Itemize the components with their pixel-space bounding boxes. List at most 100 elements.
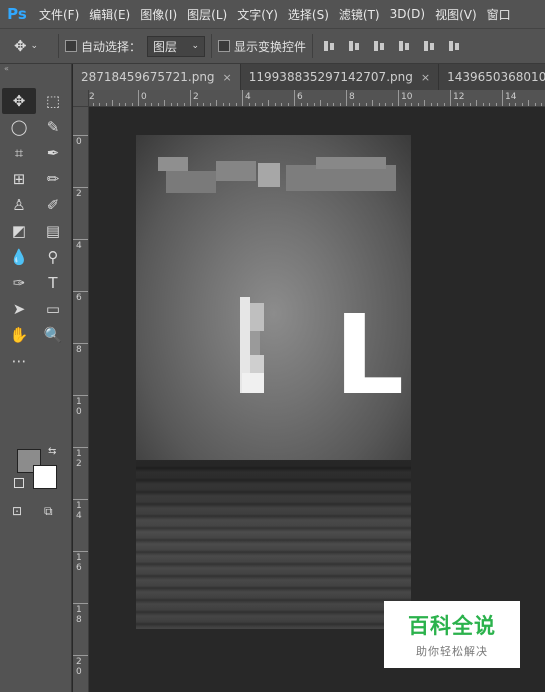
ruler-tick	[73, 239, 88, 240]
move-tool-preset[interactable]: ✥ ⌄	[0, 37, 52, 55]
ruler-label: 8	[349, 92, 355, 102]
close-icon[interactable]: ×	[223, 71, 232, 84]
menu-type[interactable]: 文字(Y)	[232, 6, 283, 23]
dodge-tool-icon[interactable]: ⚲	[36, 244, 70, 270]
divider	[211, 34, 213, 58]
hand-tool-icon[interactable]: ✋	[2, 322, 36, 348]
mosaic-block	[316, 157, 386, 169]
ruler-label: 14	[76, 501, 82, 521]
ruler-label: 14	[505, 92, 517, 102]
menu-bar: Ps 文件(F) 编辑(E) 图像(I) 图层(L) 文字(Y) 选择(S) 滤…	[0, 0, 545, 28]
menu-edit[interactable]: 编辑(E)	[84, 6, 135, 23]
ruler-tick	[73, 499, 88, 500]
rectangle-tool-icon[interactable]: ▭	[36, 296, 70, 322]
ruler-tick	[73, 603, 88, 604]
mosaic-block	[166, 171, 216, 193]
path-select-tool-icon[interactable]: ➤	[2, 296, 36, 322]
background-color-swatch[interactable]	[33, 465, 57, 489]
ruler-label: 10	[76, 397, 82, 417]
eyedropper-tool-icon[interactable]: ✒	[36, 140, 70, 166]
ruler-tick	[73, 187, 88, 188]
canvas-letter: L	[334, 291, 405, 419]
ruler-tick	[502, 90, 503, 106]
blur-tool-icon[interactable]: 💧	[2, 244, 36, 270]
healing-brush-tool-icon[interactable]: ⊞	[2, 166, 36, 192]
zoom-tool-icon[interactable]: 🔍	[36, 322, 70, 348]
clone-stamp-tool-icon[interactable]: ♙	[2, 192, 36, 218]
ruler-label: 20	[76, 657, 82, 677]
ruler-label: 16	[76, 553, 82, 573]
close-icon[interactable]: ×	[421, 71, 430, 84]
align-left-icon[interactable]	[398, 39, 412, 53]
auto-select-checkbox[interactable]	[65, 40, 77, 52]
marquee-tool-icon[interactable]: ⬚	[36, 88, 70, 114]
tab-label: 28718459675721.png	[81, 70, 215, 84]
screen-mode-icon[interactable]: ⧉	[44, 504, 53, 519]
quick-mask-icon[interactable]: ⊡	[12, 504, 22, 518]
panel-collapse-icon[interactable]: «	[0, 64, 71, 74]
vertical-ruler[interactable]: 0 2 4 6 8 10 12 14 16 18 20	[73, 107, 89, 692]
mosaic-block	[216, 161, 256, 181]
lasso-tool-icon[interactable]: ◯	[2, 114, 36, 140]
menu-3d[interactable]: 3D(D)	[385, 7, 430, 21]
menu-filter[interactable]: 滤镜(T)	[334, 6, 385, 23]
watermark-title: 百科全说	[408, 614, 496, 638]
ruler-tick	[73, 135, 88, 136]
auto-select-dropdown[interactable]: 图层 ⌄	[147, 35, 206, 57]
align-vcenter-icon[interactable]	[348, 39, 362, 53]
show-transform-checkbox[interactable]	[218, 40, 231, 52]
menu-view[interactable]: 视图(V)	[430, 6, 482, 23]
ruler-minor-tick	[476, 100, 477, 106]
align-bottom-icon[interactable]	[373, 39, 387, 53]
mosaic-block	[250, 303, 264, 331]
brush-tool-icon[interactable]: ✏	[36, 166, 70, 192]
menu-image[interactable]: 图像(I)	[135, 6, 182, 23]
mosaic-block	[250, 355, 264, 373]
default-colors-icon[interactable]	[14, 478, 24, 488]
tab-document-1[interactable]: 28718459675721.png ×	[73, 64, 241, 90]
watermark-subtitle: 助你轻松解决	[416, 645, 488, 658]
menu-window[interactable]: 窗口	[482, 6, 516, 23]
align-top-icon[interactable]	[323, 39, 337, 53]
horizontal-ruler[interactable]: 2 0 2 4 6 8 10 12 14	[89, 90, 545, 107]
chevron-down-icon: ⌄	[30, 41, 39, 51]
history-brush-tool-icon[interactable]: ✐	[36, 192, 70, 218]
ruler-minor-tick	[320, 100, 321, 106]
ruler-tick	[73, 655, 88, 656]
ruler-label: 6	[297, 92, 303, 102]
align-right-icon[interactable]	[448, 39, 462, 53]
menu-select[interactable]: 选择(S)	[283, 6, 334, 23]
ruler-tick	[73, 291, 88, 292]
ruler-label: 12	[76, 449, 82, 469]
crop-tool-icon[interactable]: ⌗	[2, 140, 36, 166]
tab-document-2[interactable]: 119938835297142707.png ×	[240, 64, 440, 90]
ruler-label: 18	[76, 605, 82, 625]
eraser-tool-icon[interactable]: ◩	[2, 218, 36, 244]
type-tool-icon[interactable]: T	[36, 270, 70, 296]
align-hcenter-icon[interactable]	[423, 39, 437, 53]
move-tool-icon[interactable]: ✥	[2, 88, 36, 114]
menu-file[interactable]: 文件(F)	[34, 6, 84, 23]
tab-document-3[interactable]: 14396503680101653	[439, 64, 545, 90]
tab-label: 119938835297142707.png	[248, 70, 413, 84]
ruler-label: 2	[89, 92, 95, 102]
tools-panel: « ✥ ⬚ ◯ ✎ ⌗ ✒ ⊞ ✏ ♙ ✐ ◩ ▤ 💧 ⚲ ✑ T ➤ ▭ ✋ …	[0, 64, 72, 692]
ruler-corner[interactable]	[73, 90, 89, 107]
ruler-minor-tick	[112, 100, 113, 106]
document-canvas[interactable]: L	[136, 135, 411, 629]
menu-layer[interactable]: 图层(L)	[182, 6, 232, 23]
quick-select-tool-icon[interactable]: ✎	[36, 114, 70, 140]
ruler-label: 0	[141, 92, 147, 102]
more-tools-icon[interactable]: ⋯	[2, 348, 36, 374]
tab-label: 14396503680101653	[447, 70, 545, 84]
ruler-tick	[450, 90, 451, 106]
gradient-tool-icon[interactable]: ▤	[36, 218, 70, 244]
swap-colors-icon[interactable]: ⇆	[48, 446, 56, 457]
ruler-tick	[294, 90, 295, 106]
ruler-tick	[73, 551, 88, 552]
ruler-minor-tick	[528, 100, 529, 106]
pen-tool-icon[interactable]: ✑	[2, 270, 36, 296]
move-icon: ✥	[13, 37, 27, 55]
ruler-tick	[73, 395, 88, 396]
ruler-label: 12	[453, 92, 465, 102]
